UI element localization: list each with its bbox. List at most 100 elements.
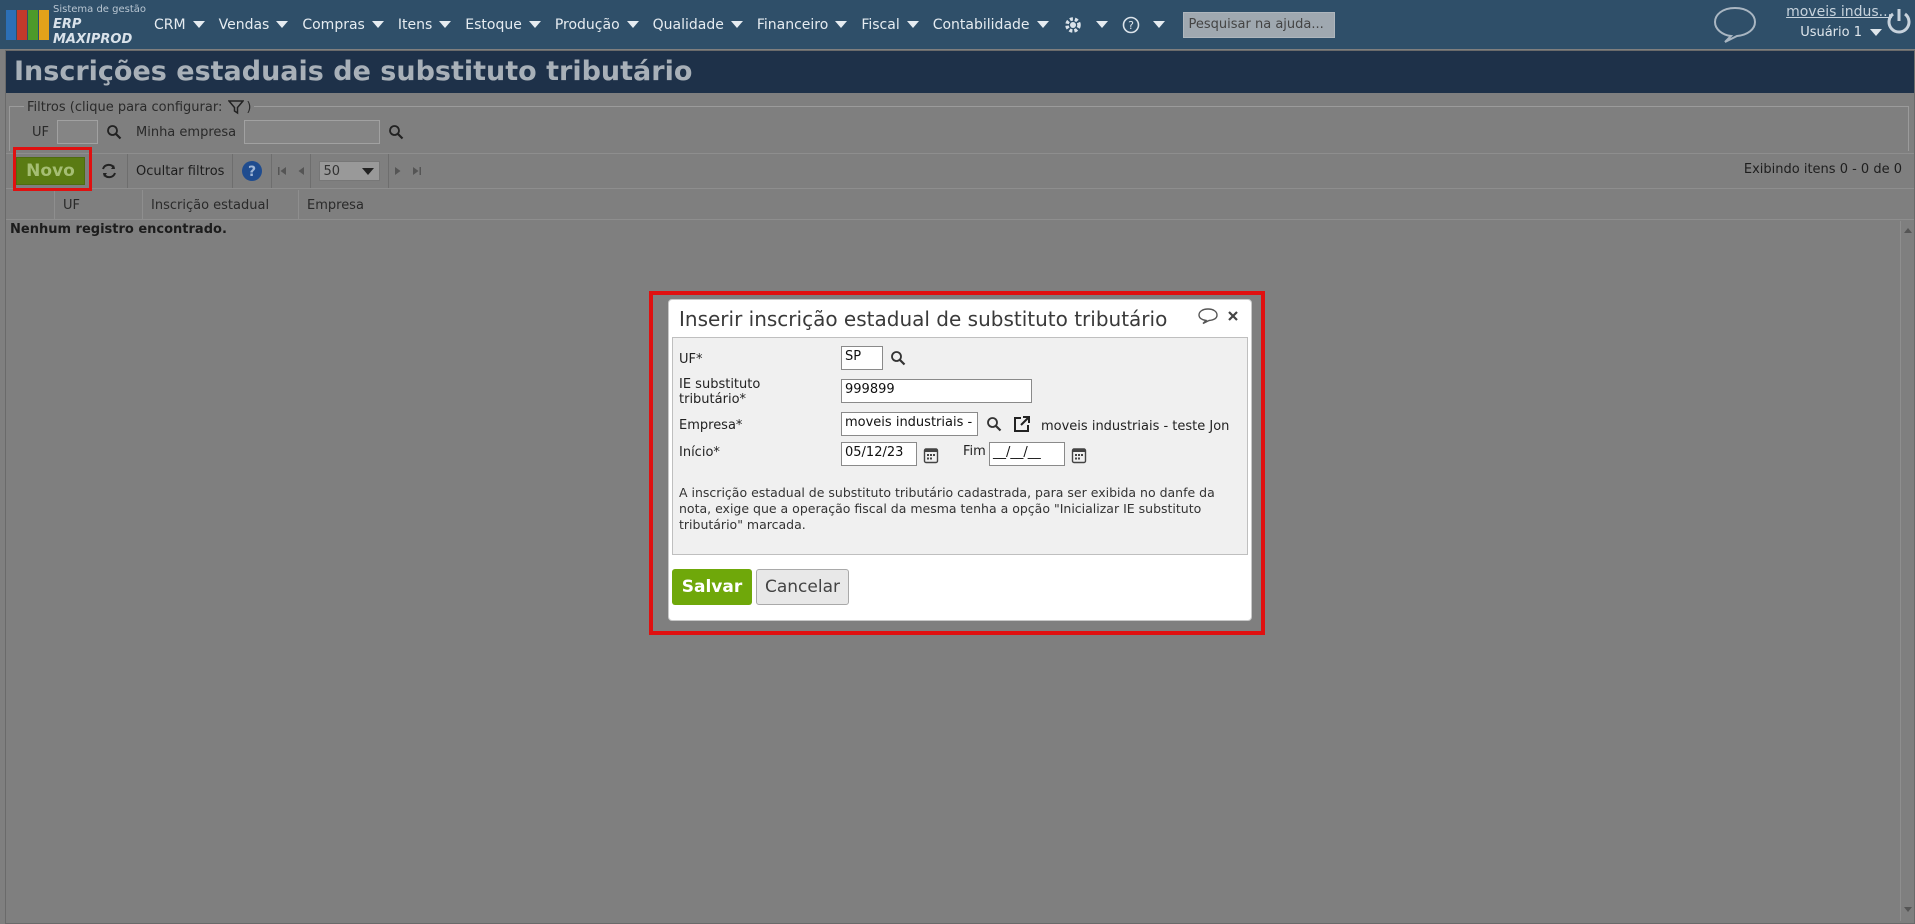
chevron-down-icon [192, 21, 205, 28]
filter-funnel-icon[interactable] [228, 99, 245, 115]
help-button[interactable]: ? [233, 154, 271, 188]
calendar-icon[interactable] [923, 446, 939, 464]
filters-legend[interactable]: Filtros (clique para configurar: ) [24, 99, 255, 115]
uf-input[interactable]: SP [841, 346, 883, 370]
logo-square-red [17, 9, 27, 40]
menu-qualidade-label: Qualidade [652, 16, 724, 33]
previous-page-icon[interactable] [292, 154, 310, 188]
user-company-link[interactable]: moveis indus... [1770, 4, 1892, 20]
end-label: Fim [963, 444, 986, 459]
svg-text:?: ? [1128, 19, 1134, 32]
start-date-input[interactable]: 05/12/23 [841, 442, 917, 466]
uf-label: UF* [679, 352, 703, 367]
filters-panel: Filtros (clique para configurar: ) UF Mi… [9, 99, 1909, 151]
vertical-scrollbar[interactable] [1900, 221, 1914, 921]
menu-contabilidade[interactable]: Contabilidade [933, 17, 1049, 33]
filter-company-label: Minha empresa [136, 124, 237, 140]
search-icon[interactable] [106, 124, 122, 140]
column-header-company[interactable]: Empresa [298, 190, 1914, 220]
chevron-down-icon [276, 21, 289, 28]
grid-header-spacer [6, 190, 54, 219]
column-header-uf[interactable]: UF [54, 190, 142, 220]
help-search-input[interactable]: Pesquisar na ajuda... [1182, 11, 1335, 38]
end-date-input[interactable]: __/__/__ [989, 442, 1065, 466]
first-page-icon[interactable] [272, 154, 292, 188]
menu-vendas[interactable]: Vendas [219, 17, 289, 33]
page-size-value: 50 [323, 163, 341, 179]
dialog-title-icons [1197, 307, 1239, 325]
next-page-icon[interactable] [389, 154, 407, 188]
user-name[interactable]: Usuário 1 [1770, 25, 1892, 40]
menu-fiscal[interactable]: Fiscal [861, 16, 919, 33]
ie-input[interactable]: 999899 [841, 379, 1032, 403]
page-title: Inscrições estaduais de substituto tribu… [14, 56, 693, 87]
filter-company-input[interactable] [244, 120, 381, 144]
search-icon[interactable] [890, 350, 906, 366]
menu-help[interactable]: ? [1122, 16, 1165, 34]
user-name-label: Usuário 1 [1800, 25, 1862, 40]
refresh-icon[interactable] [91, 154, 127, 188]
company-input[interactable]: moveis industriais - [841, 412, 978, 436]
menu-qualidade[interactable]: Qualidade [653, 17, 743, 33]
filter-uf-label: UF [32, 124, 49, 140]
chevron-down-icon [626, 21, 639, 28]
menu-compras-label: Compras [302, 16, 365, 33]
chevron-down-icon [362, 167, 375, 175]
logo-square-green [28, 9, 38, 40]
search-icon[interactable] [986, 416, 1002, 432]
ie-label-line2: tributário* [679, 392, 747, 407]
help-circle-icon: ? [1122, 16, 1140, 34]
menu-financeiro[interactable]: Financeiro [756, 16, 848, 33]
logo-mark [6, 9, 49, 40]
filters-legend-text: Filtros (clique para configurar: [27, 99, 223, 115]
logo-square-yellow [39, 9, 49, 40]
logo-subtitle: Sistema de gestão [53, 4, 147, 15]
menu-estoque[interactable]: Estoque [465, 17, 541, 33]
column-header-ie[interactable]: Inscrição estadual [142, 190, 298, 220]
filter-row: UF Minha empresa [32, 120, 404, 144]
hide-filters-button[interactable]: Ocultar filtros [128, 154, 232, 188]
user-menu[interactable]: moveis indus... Usuário 1 [1770, 4, 1892, 40]
cancel-button[interactable]: Cancelar [756, 569, 849, 605]
dialog-title: Inserir inscrição estadual de substituto… [679, 307, 1168, 331]
last-page-icon[interactable] [407, 154, 427, 188]
filters-legend-end: ) [246, 99, 252, 115]
menu-fiscal-label: Fiscal [861, 16, 900, 33]
filter-uf-input[interactable] [57, 120, 98, 144]
top-nav-bar: Sistema de gestão ERP MAXIPROD CRM Venda… [0, 0, 1915, 49]
power-icon[interactable] [1886, 6, 1912, 40]
ie-label-line1: IE substituto [679, 377, 761, 392]
info-note: A inscrição estadual de substituto tribu… [679, 485, 1215, 532]
menu-crm-label: CRM [154, 16, 186, 33]
company-label: Empresa* [679, 418, 743, 433]
chevron-down-icon [730, 21, 743, 28]
help-circle-icon: ? [242, 161, 263, 181]
grid-toolbar: Novo Ocultar filtros ? 50 Exibindo itens… [6, 153, 1914, 189]
new-button-highlight [13, 147, 92, 191]
menu-compras[interactable]: Compras [302, 17, 384, 33]
page-size-select[interactable]: 50 [319, 161, 381, 181]
scroll-up-icon [1904, 228, 1912, 233]
scroll-down-icon [1904, 907, 1912, 912]
comment-icon[interactable] [1197, 307, 1219, 325]
empty-grid-message: Nenhum registro encontrado. [10, 222, 227, 237]
menu-estoque-label: Estoque [465, 16, 522, 33]
menu-producao[interactable]: Produção [555, 17, 639, 33]
search-icon[interactable] [388, 124, 404, 140]
app-logo[interactable]: Sistema de gestão ERP MAXIPROD [6, 2, 154, 47]
menu-crm[interactable]: CRM [154, 17, 205, 33]
menu-financeiro-label: Financeiro [756, 16, 829, 33]
main-menu: CRM Vendas Compras Itens Estoque Produçã… [154, 11, 1335, 38]
menu-vendas-label: Vendas [218, 16, 270, 33]
chat-bubble-icon[interactable] [1712, 4, 1758, 48]
menu-itens[interactable]: Itens [397, 16, 452, 33]
external-link-icon[interactable] [1012, 414, 1032, 434]
menu-itens-label: Itens [397, 16, 433, 33]
menu-settings[interactable] [1063, 15, 1108, 35]
close-icon[interactable] [1227, 310, 1239, 322]
calendar-icon[interactable] [1071, 446, 1087, 464]
start-label: Início* [679, 445, 720, 460]
save-button[interactable]: Salvar [672, 569, 752, 605]
menu-producao-label: Produção [554, 16, 620, 33]
chevron-down-icon [439, 21, 452, 28]
